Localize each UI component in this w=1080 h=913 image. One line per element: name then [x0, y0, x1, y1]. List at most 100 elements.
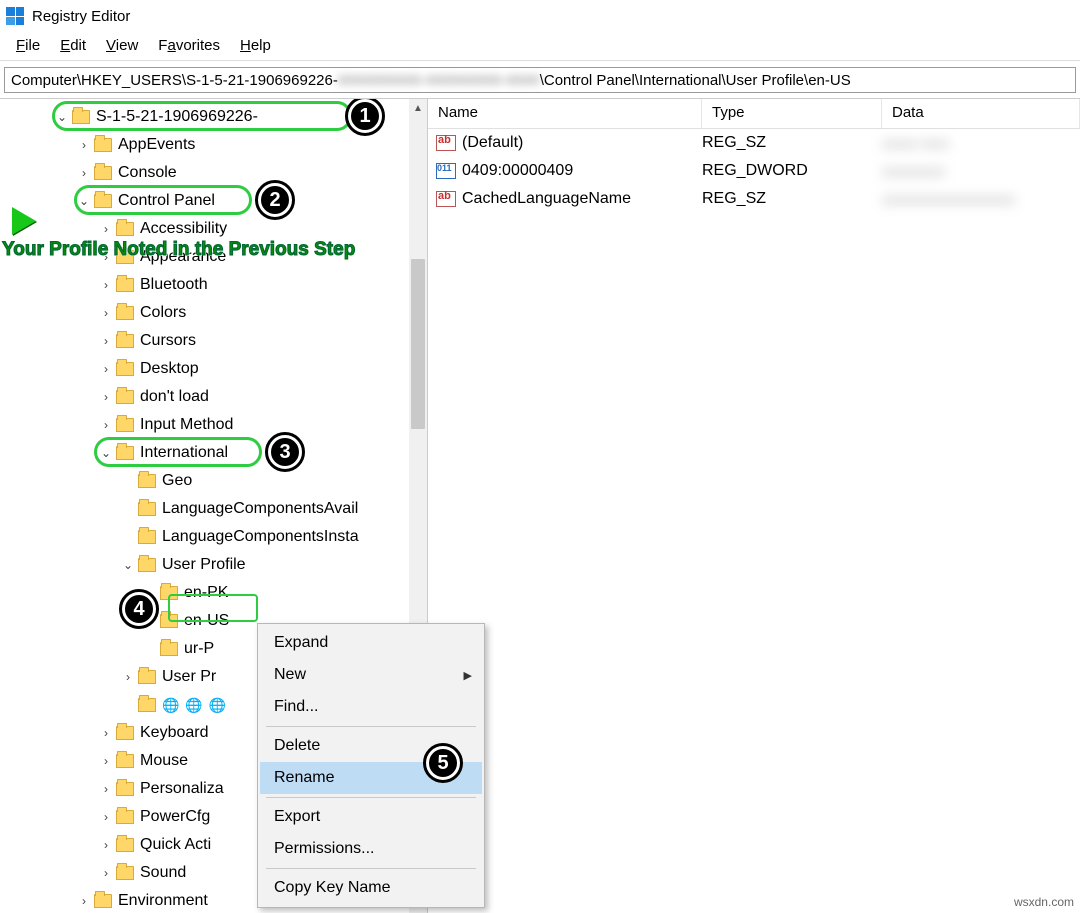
value-type: REG_SZ: [702, 134, 882, 152]
tree-control-panel[interactable]: ⌄Control Panel: [0, 187, 427, 215]
tree-label: International: [140, 444, 228, 462]
scroll-up-icon[interactable]: ▲: [409, 99, 427, 117]
folder-icon: [116, 418, 134, 432]
chevron-icon[interactable]: ›: [98, 782, 114, 796]
list-row[interactable]: CachedLanguageNameREG_SZxxxxxxxxxxxxxxxx…: [428, 185, 1080, 213]
chevron-icon[interactable]: ›: [98, 306, 114, 320]
addressbar: Computer\HKEY_USERS\S-1-5-21-1906969226-…: [4, 65, 1076, 95]
tree-label: User Profile: [162, 556, 246, 574]
menu-edit[interactable]: Edit: [50, 35, 96, 56]
tree-item[interactable]: LanguageComponentsInsta: [0, 523, 427, 551]
tree-label: Console: [118, 164, 177, 182]
tree-label: Sound: [140, 864, 186, 882]
tree-item[interactable]: ›Colors: [0, 299, 427, 327]
folder-icon: [116, 782, 134, 796]
value-data: xxxxxxxxx: [882, 163, 1080, 179]
chevron-icon[interactable]: ›: [98, 726, 114, 740]
tree-item[interactable]: ›Desktop: [0, 355, 427, 383]
list-row[interactable]: 0409:00000409REG_DWORDxxxxxxxxx: [428, 157, 1080, 185]
tree-user-profile[interactable]: ⌄ User Profile: [0, 551, 427, 579]
ctx-permissions[interactable]: Permissions...: [260, 833, 482, 865]
address-input[interactable]: Computer\HKEY_USERS\S-1-5-21-1906969226-…: [4, 67, 1076, 93]
chevron-icon[interactable]: ›: [76, 138, 92, 152]
value-name: 0409:00000409: [462, 162, 702, 180]
ctx-new[interactable]: New: [260, 659, 482, 691]
value-data: xxxxxxxxxxxxxxxxxxx: [882, 191, 1080, 207]
folder-icon: [116, 754, 134, 768]
tree-label: Quick Acti: [140, 836, 211, 854]
folder-icon: [72, 110, 90, 124]
ctx-delete[interactable]: Delete: [260, 730, 482, 762]
folder-icon: [116, 810, 134, 824]
chevron-icon[interactable]: ›: [98, 334, 114, 348]
col-name[interactable]: Name: [428, 99, 702, 128]
menu-file[interactable]: File: [6, 35, 50, 56]
menu-favorites[interactable]: Favorites: [148, 35, 230, 56]
chevron-icon[interactable]: ›: [98, 866, 114, 880]
folder-icon: [138, 474, 156, 488]
folder-icon: [138, 502, 156, 516]
value-icon: [436, 191, 456, 207]
list-rows: (Default)REG_SZxxxxx xxxx0409:00000409RE…: [428, 129, 1080, 213]
annotation-text: Your Profile Noted in the Previous Step: [2, 239, 355, 261]
chevron-icon[interactable]: ›: [120, 670, 136, 684]
list-header: Name Type Data: [428, 99, 1080, 129]
tree-item[interactable]: › Console: [0, 159, 427, 187]
tree-item[interactable]: LanguageComponentsAvail: [0, 495, 427, 523]
tree-item[interactable]: ›don't load: [0, 383, 427, 411]
menu-view[interactable]: View: [96, 35, 148, 56]
value-type: REG_DWORD: [702, 162, 882, 180]
tree-item[interactable]: Geo: [0, 467, 427, 495]
tree-label: Mouse: [140, 752, 188, 770]
tree-label: Bluetooth: [140, 276, 208, 294]
scroll-thumb[interactable]: [411, 259, 425, 429]
chevron-icon[interactable]: ⌄: [76, 194, 92, 208]
ctx-export[interactable]: Export: [260, 801, 482, 833]
chevron-icon[interactable]: ›: [76, 166, 92, 180]
chevron-icon[interactable]: ›: [98, 278, 114, 292]
menu-help[interactable]: Help: [230, 35, 281, 56]
chevron-icon[interactable]: ⌄: [120, 558, 136, 572]
context-menu: Expand New Find... Delete Rename Export …: [257, 623, 485, 908]
ctx-expand[interactable]: Expand: [260, 627, 482, 659]
col-data[interactable]: Data: [882, 99, 1080, 128]
tree-label: Input Method: [140, 416, 233, 434]
chevron-icon[interactable]: ›: [98, 810, 114, 824]
tree-item[interactable]: › Bluetooth: [0, 271, 427, 299]
folder-icon: [116, 222, 134, 236]
folder-icon: [116, 334, 134, 348]
titlebar: Registry Editor: [0, 0, 1080, 32]
folder-icon: [138, 530, 156, 544]
chevron-icon[interactable]: ›: [98, 362, 114, 376]
tree-item[interactable]: ›Cursors: [0, 327, 427, 355]
tree-item[interactable]: › Input Method: [0, 411, 427, 439]
ctx-sep3: [266, 868, 476, 869]
chevron-icon[interactable]: ›: [98, 754, 114, 768]
ctx-rename[interactable]: Rename: [260, 762, 482, 794]
folder-icon: [116, 446, 134, 460]
tree-label: Environment: [118, 892, 208, 910]
chevron-icon[interactable]: ›: [76, 894, 92, 908]
arrow-icon: [12, 207, 36, 235]
chevron-icon[interactable]: ›: [98, 390, 114, 404]
chevron-icon[interactable]: ⌄: [54, 110, 70, 124]
ctx-copykey[interactable]: Copy Key Name: [260, 872, 482, 904]
list-row[interactable]: (Default)REG_SZxxxxx xxxx: [428, 129, 1080, 157]
ctx-find[interactable]: Find...: [260, 691, 482, 723]
tree-item[interactable]: ›AppEvents: [0, 131, 427, 159]
chevron-icon[interactable]: ⌄: [98, 446, 114, 460]
chevron-icon[interactable]: ›: [98, 222, 114, 236]
folder-icon: [116, 362, 134, 376]
col-type[interactable]: Type: [702, 99, 882, 128]
address-prefix: Computer\HKEY_USERS\S-1-5-21-1906969226-: [11, 72, 338, 89]
tree-sid[interactable]: ⌄ S-1-5-21-1906969226-: [0, 103, 427, 131]
main-split: ⌄S-1-5-21-1906969226-›AppEvents›Console⌄…: [0, 98, 1080, 913]
value-name: CachedLanguageName: [462, 190, 702, 208]
chevron-icon[interactable]: ›: [98, 838, 114, 852]
chevron-icon[interactable]: ›: [98, 418, 114, 432]
tree-international[interactable]: ⌄ International: [0, 439, 427, 467]
folder-icon: [94, 194, 112, 208]
tree-label: S-1-5-21-1906969226-: [96, 108, 258, 126]
app-icon: [6, 7, 24, 25]
folder-icon: [94, 894, 112, 908]
